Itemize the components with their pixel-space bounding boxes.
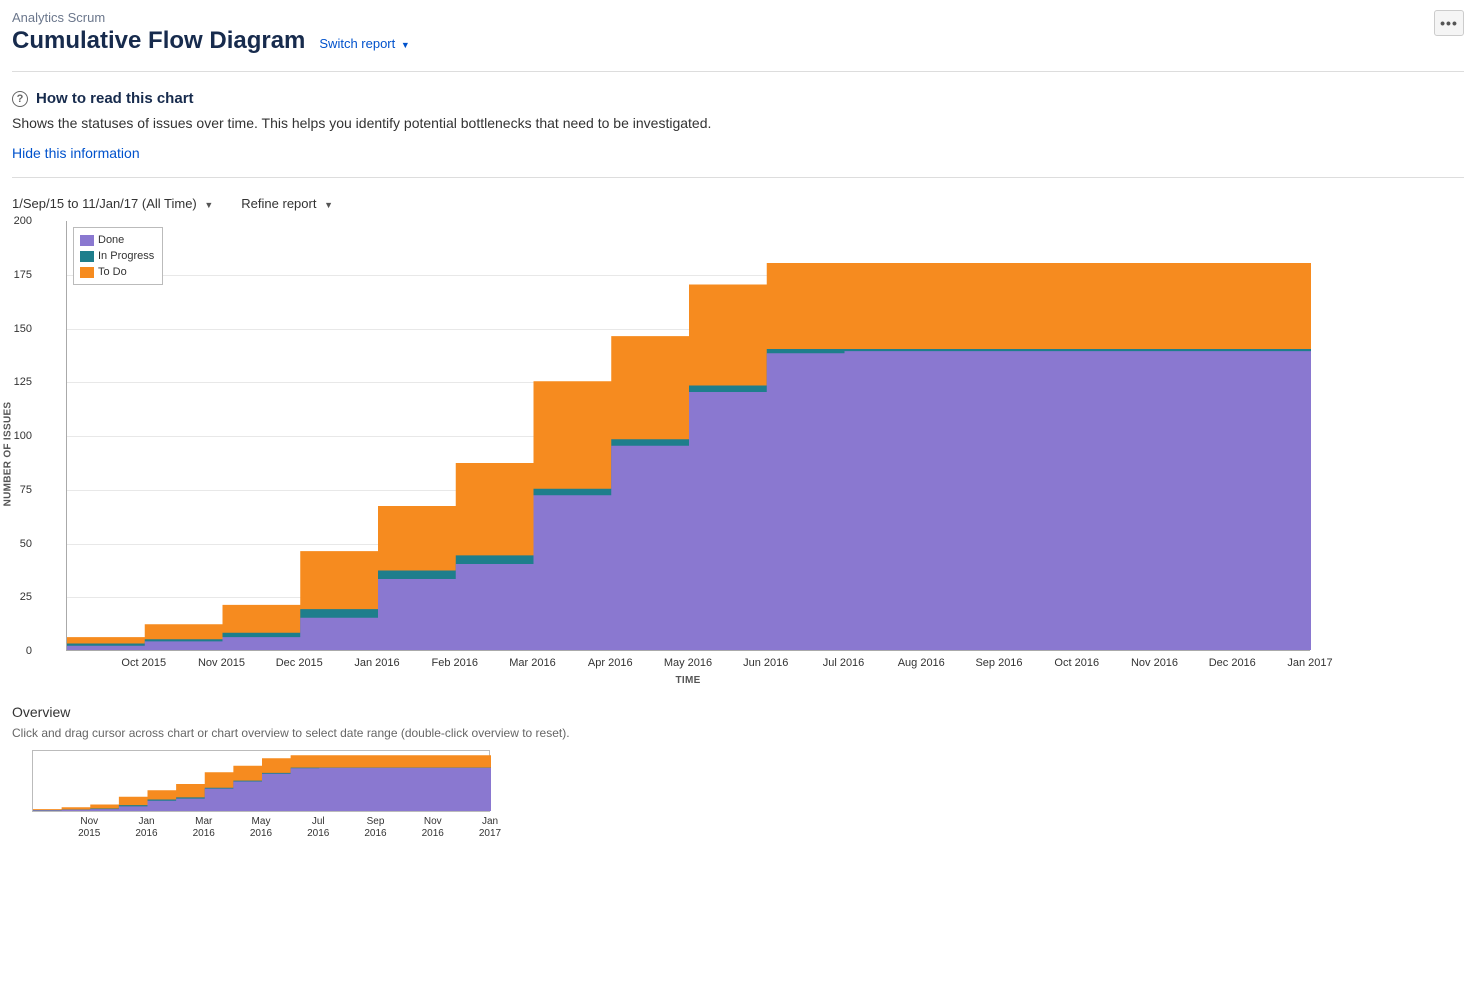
hide-info-link[interactable]: Hide this information — [12, 145, 1464, 161]
header: Analytics Scrum Cumulative Flow Diagram … — [12, 10, 1464, 55]
divider — [12, 71, 1464, 72]
chevron-down-icon: ▼ — [204, 200, 213, 210]
chevron-down-icon: ▼ — [324, 200, 333, 210]
overview-title: Overview — [12, 704, 1464, 720]
y-axis-label: NUMBER OF ISSUES — [3, 401, 14, 506]
swatch-todo — [80, 267, 94, 278]
overview-chart[interactable]: Nov2015Jan2016Mar2016May2016Jul2016Sep20… — [32, 750, 1464, 844]
overview-note: Click and drag cursor across chart or ch… — [12, 726, 1464, 740]
howto-body: Shows the statuses of issues over time. … — [12, 115, 1464, 131]
date-range-dropdown[interactable]: 1/Sep/15 to 11/Jan/17 (All Time) ▼ — [12, 196, 213, 211]
page-title: Cumulative Flow Diagram — [12, 27, 305, 55]
legend: Done In Progress To Do — [73, 227, 163, 285]
x-axis-label: TIME — [66, 675, 1310, 686]
ellipsis-icon: ••• — [1440, 15, 1458, 31]
howto-panel: ? How to read this chart Shows the statu… — [12, 90, 1464, 161]
more-actions-button[interactable]: ••• — [1434, 10, 1464, 36]
switch-report-link[interactable]: Switch report ▼ — [319, 36, 409, 51]
overview-plot-area[interactable] — [32, 750, 490, 812]
breadcrumb[interactable]: Analytics Scrum — [12, 10, 410, 25]
main-chart[interactable]: NUMBER OF ISSUES 0255075100125150175200 … — [12, 221, 1464, 686]
plot-area[interactable]: Done In Progress To Do — [66, 221, 1310, 651]
howto-title: How to read this chart — [36, 90, 194, 107]
swatch-done — [80, 235, 94, 246]
overview-x-ticks: Nov2015Jan2016Mar2016May2016Jul2016Sep20… — [32, 816, 490, 844]
swatch-in-progress — [80, 251, 94, 262]
chevron-down-icon: ▼ — [401, 40, 410, 50]
x-ticks: Oct 2015Nov 2015Dec 2015Jan 2016Feb 2016… — [66, 657, 1310, 673]
refine-report-dropdown[interactable]: Refine report ▼ — [241, 196, 333, 211]
divider — [12, 177, 1464, 178]
help-icon: ? — [12, 91, 28, 107]
filter-row: 1/Sep/15 to 11/Jan/17 (All Time) ▼ Refin… — [12, 196, 1464, 211]
